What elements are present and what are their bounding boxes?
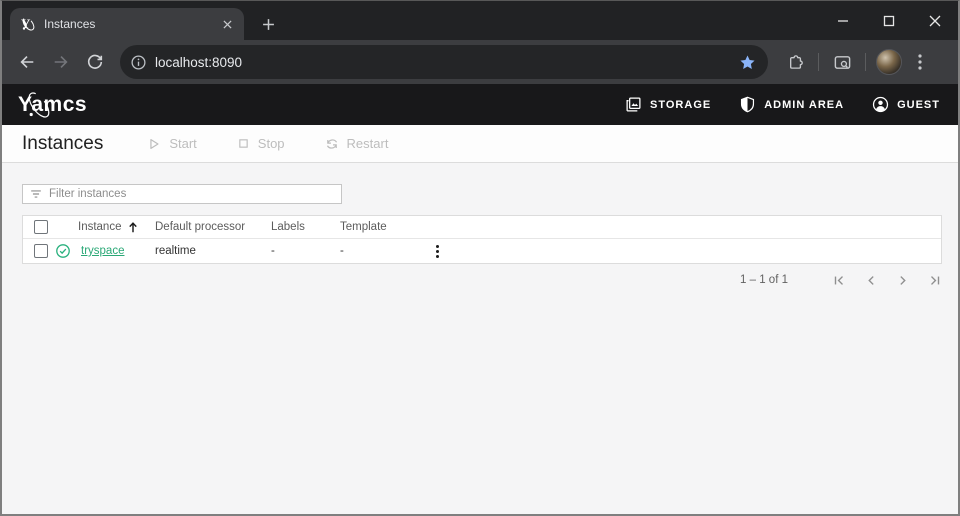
cell-default-processor: realtime <box>155 245 196 257</box>
storage-icon <box>626 97 641 112</box>
cell-template: - <box>340 245 344 257</box>
toolbar-separator <box>865 53 866 71</box>
nav-guest-label: GUEST <box>897 98 940 111</box>
paginator-range-label: 1 – 1 of 1 <box>740 274 788 286</box>
play-icon <box>150 138 159 149</box>
instance-running-check-icon <box>56 244 70 258</box>
profile-avatar[interactable] <box>876 49 902 75</box>
filter-input[interactable] <box>49 188 335 200</box>
cell-labels: - <box>271 245 275 257</box>
start-button-label: Start <box>169 136 197 151</box>
nav-admin-area-label: ADMIN AREA <box>764 98 845 111</box>
stop-icon <box>239 139 248 148</box>
row-checkbox[interactable] <box>34 244 48 258</box>
browser-titlebar: Y Instances <box>2 1 958 40</box>
chrome-menu-kebab-icon[interactable] <box>907 46 933 78</box>
next-page-icon[interactable] <box>896 272 910 288</box>
nav-storage[interactable]: STORAGE <box>625 96 711 113</box>
url-input[interactable] <box>155 54 739 70</box>
shield-icon <box>741 96 755 113</box>
address-bar[interactable] <box>120 45 768 79</box>
page-title: Instances <box>22 132 104 154</box>
instances-table: Instance Default processor Labels Templa… <box>22 215 942 264</box>
new-tab-icon[interactable] <box>256 12 280 36</box>
table-header-row: Instance Default processor Labels Templa… <box>23 216 941 239</box>
instances-page: Instance Default processor Labels Templa… <box>2 163 958 514</box>
restart-icon <box>326 138 337 149</box>
previous-page-icon[interactable] <box>864 272 878 288</box>
bookmark-star-icon[interactable] <box>739 54 756 71</box>
side-panel-search-icon[interactable] <box>826 46 858 78</box>
yamcs-logo-text: Yamcs <box>18 92 88 116</box>
site-info-icon[interactable] <box>130 54 147 71</box>
select-all-checkbox[interactable] <box>34 220 48 234</box>
browser-tab[interactable]: Y Instances <box>10 8 244 40</box>
back-icon[interactable] <box>11 46 43 78</box>
yamcs-app-bar: Yamcs STORAGE ADMIN AREA GUEST <box>2 84 958 125</box>
window-close-icon[interactable] <box>912 1 958 40</box>
column-header-instance[interactable]: Instance <box>78 221 155 234</box>
paginator: 1 – 1 of 1 <box>22 272 942 288</box>
window-minimize-icon[interactable] <box>820 1 866 40</box>
column-header-default-processor[interactable]: Default processor <box>155 221 271 233</box>
yamcs-logo[interactable]: Yamcs <box>18 91 88 118</box>
last-page-icon[interactable] <box>928 272 942 288</box>
nav-storage-label: STORAGE <box>650 98 712 111</box>
instance-link[interactable]: tryspace <box>81 245 124 257</box>
browser-window: Y Instances localhost:8090 Yamcs STORAGE… <box>0 0 960 516</box>
browser-toolbar <box>2 40 958 84</box>
forward-icon[interactable] <box>45 46 77 78</box>
table-row: tryspace realtime - - <box>23 239 941 263</box>
page-toolbar: Instances Start Stop Restart <box>2 125 958 163</box>
nav-guest[interactable]: GUEST <box>872 96 940 113</box>
tab-close-icon[interactable] <box>218 15 236 33</box>
filter-icon <box>31 190 41 198</box>
filter-box[interactable] <box>22 184 342 204</box>
sort-asc-icon <box>129 221 138 232</box>
extensions-puzzle-icon[interactable] <box>779 46 811 78</box>
start-button[interactable]: Start <box>147 136 197 151</box>
stop-button-label: Stop <box>257 136 285 151</box>
column-header-template[interactable]: Template <box>340 221 423 233</box>
toolbar-separator <box>818 53 819 71</box>
row-actions-kebab-icon[interactable] <box>430 243 444 260</box>
tab-title: Instances <box>44 17 96 31</box>
restart-button[interactable]: Restart <box>325 136 389 151</box>
account-circle-icon <box>872 96 889 113</box>
stop-button[interactable]: Stop <box>237 136 285 151</box>
yamcs-favicon-icon: Y <box>20 16 36 32</box>
nav-admin-area[interactable]: ADMIN AREA <box>739 96 844 113</box>
restart-button-label: Restart <box>346 136 389 151</box>
window-maximize-icon[interactable] <box>866 1 912 40</box>
reload-icon[interactable] <box>79 46 111 78</box>
first-page-icon[interactable] <box>832 272 846 288</box>
column-header-labels[interactable]: Labels <box>271 221 340 233</box>
